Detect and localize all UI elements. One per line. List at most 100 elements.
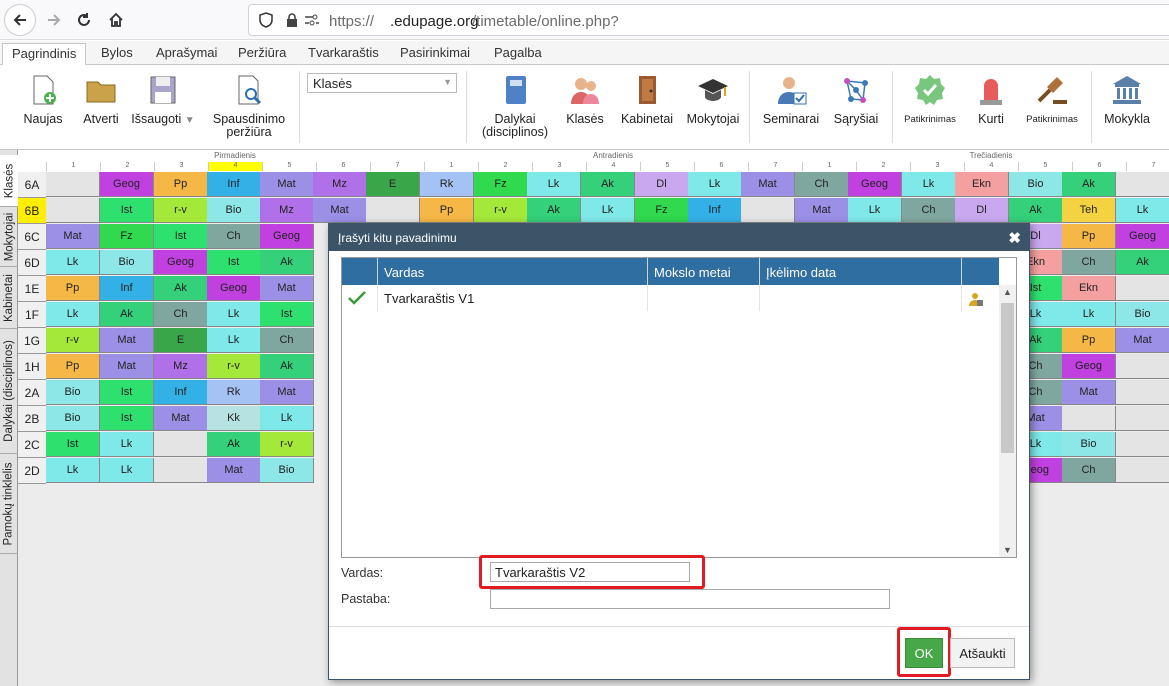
lesson-cell[interactable]: Ak (581, 172, 635, 197)
class-row-label[interactable]: 2A (18, 380, 46, 406)
lesson-cell[interactable]: Mat (795, 198, 849, 223)
lesson-cell[interactable] (1062, 406, 1116, 431)
view-select[interactable]: Klasės ▼ (307, 73, 457, 93)
open-button[interactable]: Atverti (78, 73, 124, 126)
lesson-cell[interactable]: Lk (581, 198, 635, 223)
address-bar[interactable]: https:// .edupage.org /timetable/online.… (248, 4, 1169, 36)
col-header-name[interactable]: Vardas (378, 258, 648, 285)
lesson-cell[interactable]: E (366, 172, 420, 197)
back-button[interactable] (4, 4, 36, 36)
lesson-cell[interactable]: Mz (154, 354, 208, 379)
lesson-cell[interactable]: Mat (260, 380, 314, 405)
lesson-cell[interactable]: Pp (46, 354, 100, 379)
class-row-label[interactable]: 1H (18, 354, 46, 380)
lesson-cell[interactable]: Pp (1062, 328, 1116, 353)
lesson-cell[interactable]: Lk (207, 328, 261, 353)
lesson-cell[interactable]: r-v (46, 328, 100, 353)
class-row-label[interactable]: 1F (18, 302, 46, 328)
new-button[interactable]: Naujas (18, 73, 68, 126)
lesson-cell[interactable]: Ak (260, 250, 314, 275)
lesson-cell[interactable]: Ist (207, 250, 261, 275)
print-preview-button[interactable]: Spausdinimo peržiūra (208, 73, 290, 139)
lesson-cell[interactable] (366, 198, 420, 223)
school-button[interactable]: Mokykla (1100, 73, 1154, 126)
lesson-cell[interactable] (1116, 172, 1169, 197)
lesson-cell[interactable]: Pp (1062, 224, 1116, 249)
lesson-cell[interactable]: Lk (207, 302, 261, 327)
lesson-cell[interactable]: Mz (313, 172, 367, 197)
lesson-cell[interactable]: Mat (260, 276, 314, 301)
lesson-cell[interactable]: Teh (1062, 198, 1116, 223)
lesson-cell[interactable]: Lk (1062, 302, 1116, 327)
lesson-cell[interactable] (1116, 458, 1169, 483)
lesson-cell[interactable]: Kk (207, 406, 261, 431)
lesson-cell[interactable]: Ch (260, 328, 314, 353)
sidetab-dalykai[interactable]: Dalykai (disciplinos) (0, 329, 18, 454)
lesson-cell[interactable]: Dl (635, 172, 689, 197)
lesson-cell[interactable]: Inf (100, 276, 154, 301)
teachers-button[interactable]: Mokytojai (682, 73, 744, 126)
check2-button[interactable]: Patikrinimas (1022, 73, 1082, 126)
cancel-button[interactable]: Atšaukti (950, 638, 1015, 668)
lesson-cell[interactable] (1116, 432, 1169, 457)
home-button[interactable] (100, 4, 132, 36)
lesson-cell[interactable] (46, 198, 100, 223)
lesson-cell[interactable]: r-v (207, 354, 261, 379)
lesson-cell[interactable]: Geog (207, 276, 261, 301)
lesson-cell[interactable]: Rk (420, 172, 474, 197)
lesson-cell[interactable]: Ist (100, 406, 154, 431)
lesson-cell[interactable]: Mz (260, 198, 314, 223)
lesson-cell[interactable]: Bio (207, 198, 261, 223)
lesson-cell[interactable]: Lk (46, 458, 100, 483)
lesson-cell[interactable]: Ekn (1062, 276, 1116, 301)
tab-pagrindinis[interactable]: Pagrindinis (2, 43, 87, 66)
reload-button[interactable] (68, 4, 100, 36)
lesson-cell[interactable]: Fz (474, 172, 528, 197)
lesson-cell[interactable]: Bio (100, 250, 154, 275)
lesson-cell[interactable]: r-v (474, 198, 528, 223)
lesson-cell[interactable]: Ist (100, 380, 154, 405)
lesson-cell[interactable]: Lk (1116, 198, 1169, 223)
lesson-cell[interactable]: Ch (795, 172, 849, 197)
subjects-button[interactable]: Dalykai (disciplinos) (476, 73, 554, 139)
save-button[interactable]: Išsaugoti ▼ (122, 73, 204, 127)
tab-aprasymai[interactable]: Aprašymai (156, 45, 217, 60)
sidetab-klases[interactable]: Klasės (0, 155, 18, 207)
lesson-cell[interactable]: E (154, 328, 208, 353)
scrollbar-thumb[interactable] (1001, 303, 1014, 453)
lesson-cell[interactable]: Ch (154, 302, 208, 327)
lesson-cell[interactable]: Ak (1062, 172, 1116, 197)
lesson-cell[interactable]: Mat (46, 224, 100, 249)
lesson-cell[interactable]: Ch (1062, 458, 1116, 483)
lesson-cell[interactable]: Lk (260, 406, 314, 431)
list-item[interactable]: Tvarkaraštis V1 (342, 286, 999, 311)
sidetab-kabinetai[interactable]: Kabinetai (0, 267, 18, 329)
class-row-label[interactable]: 2B (18, 406, 46, 432)
lesson-cell[interactable]: Mat (741, 172, 795, 197)
lesson-cell[interactable]: Ak (527, 198, 581, 223)
lesson-cell[interactable]: Ak (260, 354, 314, 379)
lesson-cell[interactable]: Inf (207, 172, 261, 197)
lesson-cell[interactable]: Inf (154, 380, 208, 405)
sidetab-pamoku-tinklelis[interactable]: Pamokų tinklelis (0, 454, 18, 554)
lesson-cell[interactable]: Lk (46, 250, 100, 275)
lesson-cell[interactable]: Geog (260, 224, 314, 249)
lesson-cell[interactable]: Ch (207, 224, 261, 249)
lesson-cell[interactable]: Geog (1116, 224, 1169, 249)
lesson-cell[interactable]: Bio (1009, 172, 1063, 197)
lesson-cell[interactable]: Lk (100, 458, 154, 483)
lesson-cell[interactable] (46, 172, 100, 197)
class-row-label[interactable]: 2D (18, 458, 46, 484)
ok-button[interactable]: OK (905, 638, 943, 668)
lesson-cell[interactable]: Ak (1009, 198, 1063, 223)
tab-pagalba[interactable]: Pagalba (494, 45, 542, 60)
lesson-cell[interactable]: Ist (260, 302, 314, 327)
lesson-cell[interactable]: Mat (207, 458, 261, 483)
tab-bylos[interactable]: Bylos (101, 45, 133, 60)
tab-perziura[interactable]: Peržiūra (238, 45, 286, 60)
lesson-cell[interactable] (1116, 380, 1169, 405)
lesson-cell[interactable]: Geog (154, 250, 208, 275)
sidetab-mokytojai[interactable]: Mokytojai (0, 207, 18, 267)
col-header-date[interactable]: Įkėlimo data (760, 258, 962, 285)
lesson-cell[interactable]: Dl (955, 198, 1009, 223)
